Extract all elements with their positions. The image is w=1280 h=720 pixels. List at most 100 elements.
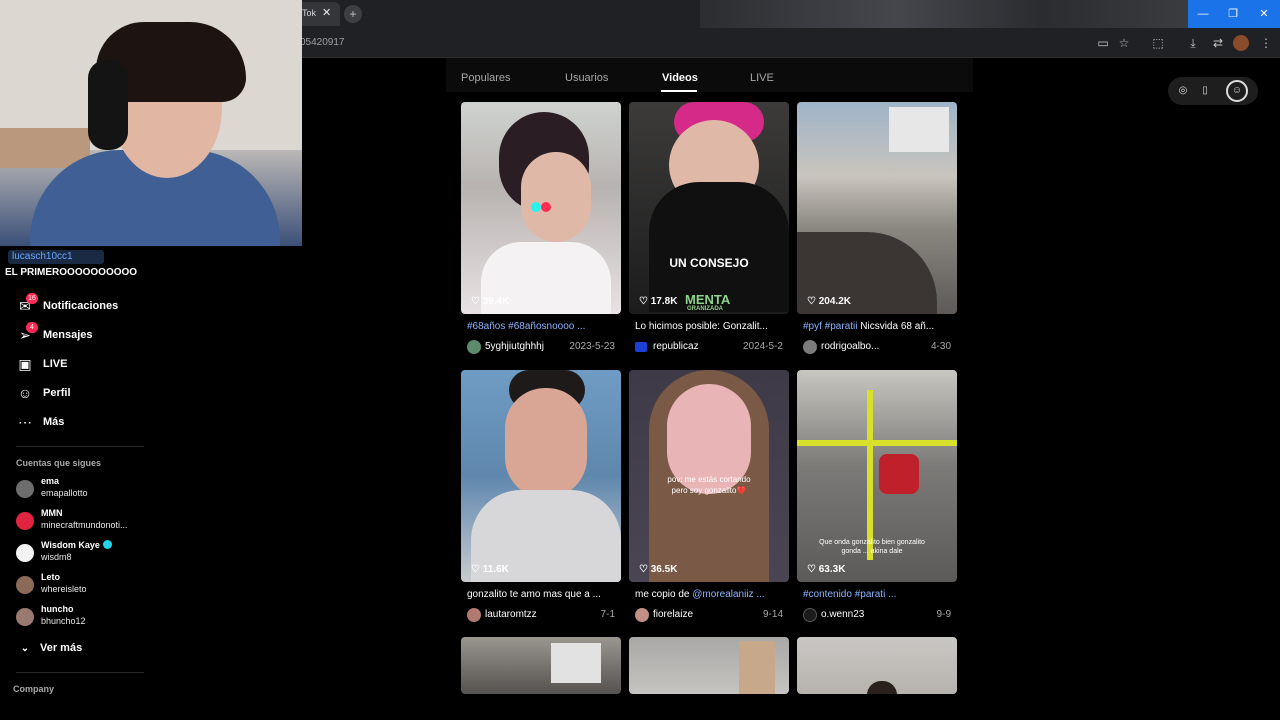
tiktok-dot-icon <box>531 202 541 212</box>
video-card[interactable] <box>461 637 621 694</box>
avatar <box>16 480 34 498</box>
brand-logo-subtitle: GRANIZADA <box>687 306 723 312</box>
video-caption[interactable]: #contenido #parati ... <box>797 589 957 603</box>
tab-bar-background <box>700 0 1188 28</box>
account-username: wisdm8 <box>41 552 72 562</box>
sidebar-item-mensajes[interactable]: ➢ 4 Mensajes <box>16 322 93 345</box>
avatar <box>16 608 34 626</box>
download-icon[interactable]: ⤓ <box>1185 35 1201 51</box>
video-thumbnail[interactable] <box>629 637 789 694</box>
avatar[interactable] <box>803 608 817 622</box>
avatar[interactable] <box>467 340 481 354</box>
video-overlay-text: Que onda gonzalito bien gonzalito gonda … <box>819 539 925 555</box>
like-count: ♡ 204.2K <box>807 296 851 307</box>
sidebar-item-label: LIVE <box>43 358 68 370</box>
video-author[interactable]: lautaromtzz <box>485 609 537 620</box>
video-caption[interactable]: me copio de @morealaniiz ... <box>629 589 789 603</box>
sidebar-item-perfil[interactable]: ☺ Perfil <box>16 383 71 403</box>
browser-tab-title: Tok <box>302 8 317 18</box>
avatar <box>16 576 34 594</box>
video-card[interactable]: ♡ 11.6K gonzalito te amo mas que a ... l… <box>461 370 621 624</box>
like-count: ♡ 39.4K <box>471 296 510 307</box>
tab-populares[interactable]: Populares <box>461 72 511 84</box>
video-card[interactable] <box>797 637 957 694</box>
browser-menu-icon[interactable]: ⋮ <box>1258 35 1274 51</box>
tab-live[interactable]: LIVE <box>750 72 774 84</box>
video-date: 9-14 <box>762 609 783 620</box>
video-card[interactable]: ♡ 39.4K #68años #68añosnoooo ... 5yghjiu… <box>461 102 621 356</box>
tv-icon: ▣ <box>18 356 32 372</box>
webcam-headphones <box>88 60 128 150</box>
video-thumbnail[interactable]: Que onda gonzalito bien gonzalito gonda … <box>797 370 957 582</box>
avatar[interactable] <box>467 608 481 622</box>
close-window-button[interactable]: ✕ <box>1248 0 1280 28</box>
video-thumbnail[interactable]: pov: me estás cortando pero soy gonzalit… <box>629 370 789 582</box>
maximize-button[interactable]: ❐ <box>1218 0 1248 28</box>
video-author[interactable]: republicaz <box>653 341 699 352</box>
minimize-button[interactable]: — <box>1188 0 1218 28</box>
company-link[interactable]: Company <box>13 684 54 694</box>
avatar[interactable] <box>635 608 649 622</box>
tab-close-button[interactable]: ✕ <box>322 6 331 19</box>
video-author[interactable]: rodrigoalbo... <box>821 341 879 352</box>
video-card[interactable]: UN CONSEJO MENTA GRANIZADA ♡ 17.8K Lo hi… <box>629 102 789 356</box>
video-author[interactable]: fiorelaize <box>653 609 693 620</box>
tiktok-dot-icon <box>541 202 551 212</box>
tab-videos[interactable]: Videos <box>662 72 698 84</box>
video-thumbnail[interactable]: ♡ 204.2K <box>797 102 957 314</box>
video-meta: lautaromtzz 7-1 <box>461 606 621 624</box>
video-card[interactable]: ♡ 204.2K #pyf #paratii Nicsvida 68 añ...… <box>797 102 957 356</box>
left-sidebar: lucasch10cc1 EL PRIMEROOOOOOOOOO ✉ 16 Not… <box>0 246 160 720</box>
sidebar-item-live[interactable]: ▣ LIVE <box>16 354 67 374</box>
video-caption[interactable]: #pyf #paratii Nicsvida 68 añ... <box>797 321 957 335</box>
sidebar-divider <box>16 446 144 447</box>
bookmark-star-icon[interactable]: ☆ <box>1116 35 1132 51</box>
video-author[interactable]: o.wenn23 <box>821 609 864 620</box>
video-card[interactable]: pov: me estás cortando pero soy gonzalit… <box>629 370 789 624</box>
thumbnail-figure-face <box>521 152 591 242</box>
profile-avatar-icon[interactable] <box>1233 35 1249 51</box>
video-thumbnail[interactable] <box>461 637 621 694</box>
sidebar-item-notificaciones[interactable]: ✉ 16 Notificaciones <box>16 293 118 316</box>
video-thumbnail[interactable]: UN CONSEJO MENTA GRANIZADA ♡ 17.8K <box>629 102 789 314</box>
new-tab-button[interactable]: + <box>344 5 362 23</box>
sidebar-item-label: Mensajes <box>43 329 93 341</box>
video-author[interactable]: 5yghjiutghhhj <box>485 341 544 352</box>
video-caption[interactable]: gonzalito te amo mas que a ... <box>461 589 621 603</box>
tab-usuarios[interactable]: Usuarios <box>565 72 608 84</box>
video-meta: fiorelaize 9-14 <box>629 606 789 624</box>
video-meta: 5yghjiutghhhj 2023-5-23 <box>461 338 621 356</box>
url-text[interactable]: 05420917 <box>300 37 345 48</box>
brand-logo: MENTA <box>685 292 731 307</box>
sidebar-item-label: Perfil <box>43 387 71 399</box>
thumbnail-bus-pole <box>867 390 873 560</box>
video-thumbnail[interactable]: ♡ 11.6K <box>461 370 621 582</box>
avatar[interactable] <box>803 340 817 354</box>
video-thumbnail[interactable] <box>797 637 957 694</box>
translate-icon[interactable]: ⇄ <box>1210 35 1226 51</box>
see-more-button[interactable]: ⌄ Ver más <box>16 642 82 654</box>
active-tab-indicator <box>661 90 697 92</box>
video-caption[interactable]: #68años #68añosnoooo ... <box>461 321 621 335</box>
account-name: huncho <box>41 604 74 614</box>
sidebar-divider <box>16 672 144 673</box>
video-card[interactable]: Que onda gonzalito bien gonzalito gonda … <box>797 370 957 624</box>
account-name: MMN <box>41 508 63 518</box>
avatar <box>16 512 34 530</box>
sidebar-item-mas[interactable]: ⋯ Más <box>16 412 64 432</box>
phone-icon[interactable]: ▯ <box>1197 83 1213 99</box>
browser-tab[interactable]: Tok <box>296 2 340 26</box>
compass-icon[interactable]: ◎ <box>1175 83 1191 99</box>
install-app-icon[interactable]: ▭ <box>1095 35 1111 51</box>
extensions-icon[interactable]: ⬚ <box>1150 35 1166 51</box>
profile-icon[interactable]: ☺ <box>1226 80 1248 102</box>
video-overlay-text: pov: me estás cortando pero soy gonzalit… <box>667 475 751 495</box>
video-meta: rodrigoalbo... 4-30 <box>797 338 957 356</box>
video-card[interactable] <box>629 637 789 694</box>
video-overlay-text: UN CONSEJO <box>669 256 749 270</box>
verified-badge-icon <box>102 540 112 549</box>
messages-badge: 4 <box>26 322 38 333</box>
avatar[interactable] <box>635 342 647 352</box>
video-caption[interactable]: Lo hicimos posible: Gonzalit... <box>629 321 789 335</box>
video-thumbnail[interactable]: ♡ 39.4K <box>461 102 621 314</box>
